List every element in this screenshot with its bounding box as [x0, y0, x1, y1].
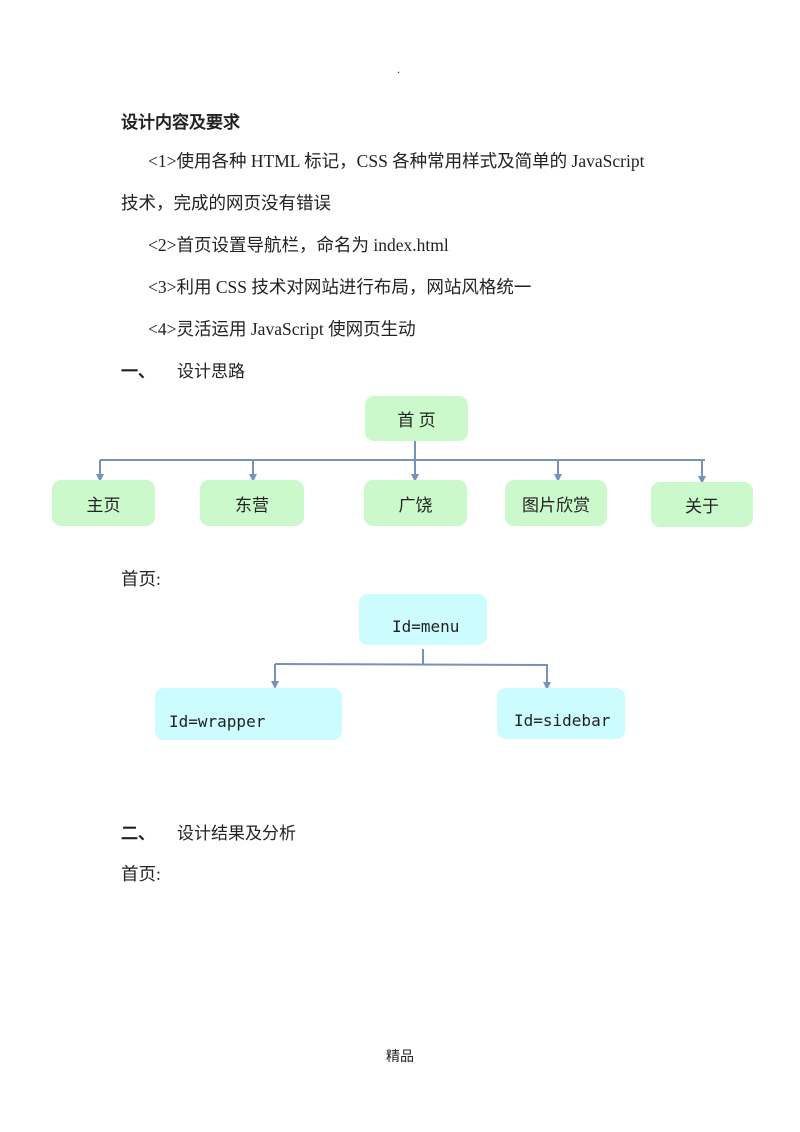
label-home-1: 首页:: [121, 569, 161, 589]
diagram-connectors: [96, 441, 706, 690]
d2-root-box: Id=menu: [359, 594, 487, 645]
d1-child-label: 东营: [235, 495, 269, 515]
d1-root-box: 首 页: [365, 396, 468, 441]
d1-child-box: 图片欣赏: [505, 480, 607, 526]
d2-child-box: Id=sidebar: [497, 688, 625, 739]
d1-child-label: 图片欣赏: [522, 495, 590, 515]
section-2-heading: 二、 设计结果及分析: [121, 819, 296, 844]
d1-child-label: 广饶: [398, 495, 433, 515]
footer-text: 精品: [386, 1050, 414, 1065]
d1-child-label: 主页: [86, 495, 121, 515]
label-home-2: 首页:: [121, 864, 161, 884]
d1-child-box: 东营: [200, 480, 304, 526]
section-2-title: 设计结果及分析: [177, 824, 296, 844]
d2-child-label: Id=sidebar: [514, 711, 611, 730]
d2-child-box: Id=wrapper: [155, 688, 342, 740]
d1-child-box: 关于: [651, 482, 753, 527]
d1-root-label: 首 页: [397, 411, 436, 430]
d2-horizontal-bar: [274, 663, 549, 666]
d2-child-label: Id=wrapper: [169, 711, 266, 731]
d2-root-label: Id=menu: [392, 617, 460, 636]
d1-child-label: 关于: [685, 497, 719, 516]
section-2-number: 二、: [121, 824, 155, 844]
d1-child-box: 主页: [52, 480, 155, 526]
d1-child-box: 广饶: [364, 480, 467, 526]
